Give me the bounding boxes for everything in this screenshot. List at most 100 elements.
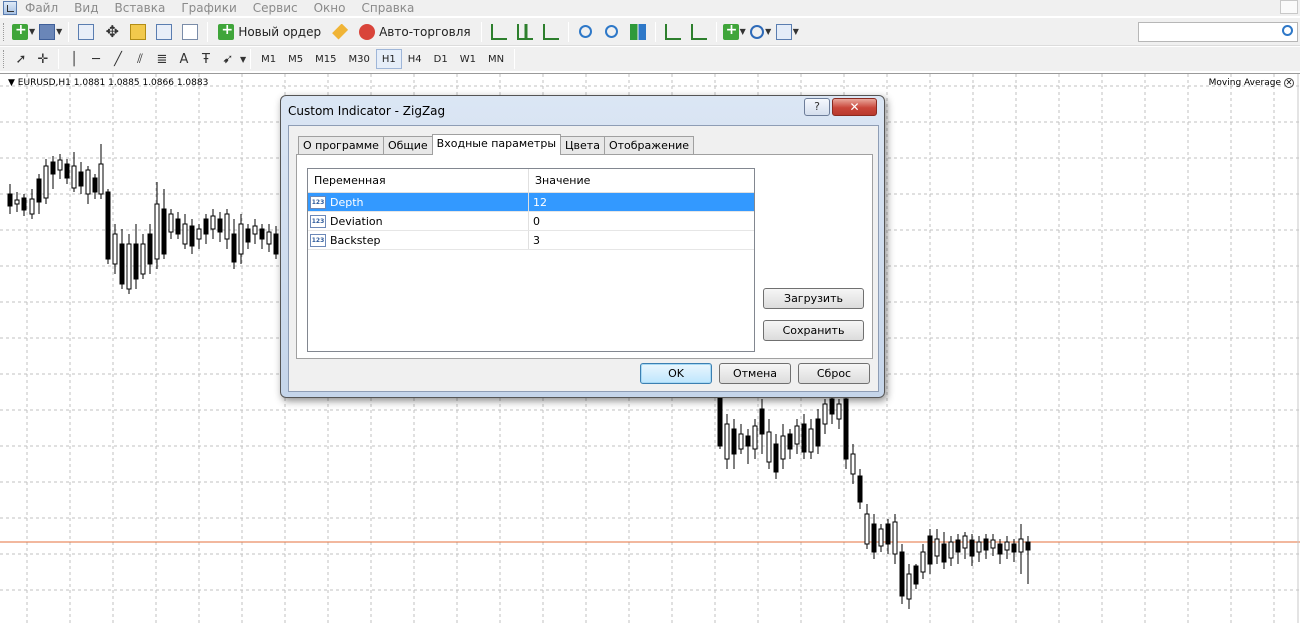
tab-visualization[interactable]: Отображение (603, 136, 695, 155)
close-button[interactable]: ✕ (832, 98, 877, 116)
candle-body (976, 541, 982, 553)
candle-body (801, 423, 807, 453)
candle-body (1018, 538, 1024, 553)
navigator-button[interactable] (127, 21, 149, 43)
menu-help[interactable]: Справка (362, 1, 415, 15)
candle-body (64, 163, 70, 179)
menu-view[interactable]: Вид (74, 1, 98, 15)
tab-common[interactable]: Общие (382, 136, 433, 155)
help-button[interactable]: ? (804, 98, 830, 116)
column-header-value[interactable]: Значение (529, 169, 754, 192)
arrows-icon[interactable]: ➹ (217, 52, 239, 67)
new-chart-button[interactable]: ▼ (12, 21, 35, 43)
timeframe-m30[interactable]: M30 (343, 49, 376, 69)
toolbar-grip[interactable] (3, 22, 6, 41)
column-header-variable[interactable]: Переменная (308, 169, 529, 192)
candle-body (864, 513, 870, 545)
tab-inputs[interactable]: Входные параметры (431, 134, 562, 155)
standard-toolbar: ▼ ▼ ✥ Новый ордер Авто-торговля ▼ ▼ ▼ (0, 18, 1300, 46)
timeframe-h4[interactable]: H4 (402, 49, 428, 69)
candle-body (133, 243, 139, 280)
candle-body (147, 233, 153, 265)
menu-tools[interactable]: Сервис (253, 1, 298, 15)
metaeditor-button[interactable] (329, 21, 351, 43)
timeframe-d1[interactable]: D1 (428, 49, 454, 69)
candle-body (878, 528, 884, 547)
variable-cell: 123 Depth (308, 193, 529, 211)
timeframe-h1[interactable]: H1 (375, 49, 402, 69)
line-chart-button[interactable] (540, 21, 562, 43)
value-cell[interactable]: 3 (529, 231, 754, 249)
variable-name: Deviation (330, 214, 383, 228)
candle-body (955, 539, 961, 553)
menu-window[interactable]: Окно (314, 1, 346, 15)
autoscroll-button[interactable] (662, 21, 684, 43)
window-minimize-button[interactable] (1280, 0, 1298, 14)
load-button[interactable]: Загрузить (763, 288, 864, 309)
table-row[interactable]: 123 Depth 12 (308, 193, 754, 212)
text-icon[interactable]: A (173, 52, 195, 67)
toolbar-grip[interactable] (3, 50, 6, 68)
horizontal-line-icon[interactable]: ─ (85, 52, 107, 67)
profiles-button[interactable]: ▼ (39, 21, 62, 43)
indicator-close-icon[interactable]: ✕ (1284, 78, 1294, 88)
menu-charts[interactable]: Графики (181, 1, 236, 15)
candle-body (71, 165, 77, 189)
search-icon[interactable] (1282, 25, 1293, 36)
auto-trading-label: Авто-торговля (379, 24, 471, 39)
equidistant-channel-icon[interactable]: ⫽ (129, 52, 151, 67)
reset-button[interactable]: Сброс (798, 363, 870, 384)
search-input[interactable] (1138, 22, 1298, 42)
tile-windows-button[interactable] (627, 21, 649, 43)
candle-body (57, 159, 63, 171)
menu-file[interactable]: Файл (25, 1, 58, 15)
chart-shift-button[interactable] (688, 21, 710, 43)
cancel-button[interactable]: Отмена (719, 363, 791, 384)
crosshair-icon[interactable]: ✛ (32, 52, 54, 67)
save-button[interactable]: Сохранить (763, 320, 864, 341)
indicators-icon (722, 22, 739, 40)
candlestick-button[interactable] (514, 21, 536, 43)
chevron-down-icon: ▼ (56, 27, 63, 36)
timeframe-m5[interactable]: M5 (282, 49, 309, 69)
tab-about[interactable]: О программе (298, 136, 384, 155)
menu-insert[interactable]: Вставка (114, 1, 165, 15)
ok-button[interactable]: OK (640, 363, 712, 384)
zoom-in-button[interactable] (575, 21, 597, 43)
table-row[interactable]: 123 Deviation 0 (308, 212, 754, 231)
auto-trading-button[interactable]: Авто-торговля (355, 21, 475, 43)
cursor-icon[interactable]: ➚ (10, 52, 32, 67)
strategy-tester-button[interactable] (179, 21, 201, 43)
timeframe-w1[interactable]: W1 (454, 49, 482, 69)
data-window-button[interactable]: ✥ (101, 21, 123, 43)
timeframe-m1[interactable]: M1 (255, 49, 282, 69)
timeframe-m15[interactable]: M15 (309, 49, 342, 69)
terminal-button[interactable] (153, 21, 175, 43)
value-cell[interactable]: 0 (529, 212, 754, 230)
candle-body (731, 428, 737, 455)
table-row[interactable]: 123 Backstep 3 (308, 231, 754, 250)
candle-body (927, 535, 933, 565)
fibonacci-icon[interactable]: ≣ (151, 52, 173, 67)
candle-body (140, 243, 146, 275)
trendline-icon[interactable]: ╱ (107, 52, 129, 67)
bar-chart-button[interactable] (488, 21, 510, 43)
zoom-in-icon (579, 25, 593, 38)
candle-body (836, 403, 842, 420)
candle-body (850, 453, 856, 475)
new-order-button[interactable]: Новый ордер (214, 21, 325, 43)
tab-colors[interactable]: Цвета (560, 136, 605, 155)
chevron-down-icon[interactable]: ▼ (240, 55, 246, 64)
vertical-line-icon[interactable]: │ (63, 52, 85, 67)
app-icon[interactable] (3, 1, 17, 15)
candle-body (1025, 541, 1031, 551)
indicators-button[interactable]: ▼ (722, 21, 746, 43)
periods-button[interactable]: ▼ (750, 21, 772, 43)
zoom-out-button[interactable] (601, 21, 623, 43)
market-watch-button[interactable] (75, 21, 97, 43)
timeframe-mn[interactable]: MN (482, 49, 510, 69)
text-label-icon[interactable]: Ŧ (195, 52, 217, 67)
templates-button[interactable]: ▼ (775, 21, 799, 43)
candle-body (21, 197, 27, 211)
value-cell[interactable]: 12 (529, 193, 754, 211)
